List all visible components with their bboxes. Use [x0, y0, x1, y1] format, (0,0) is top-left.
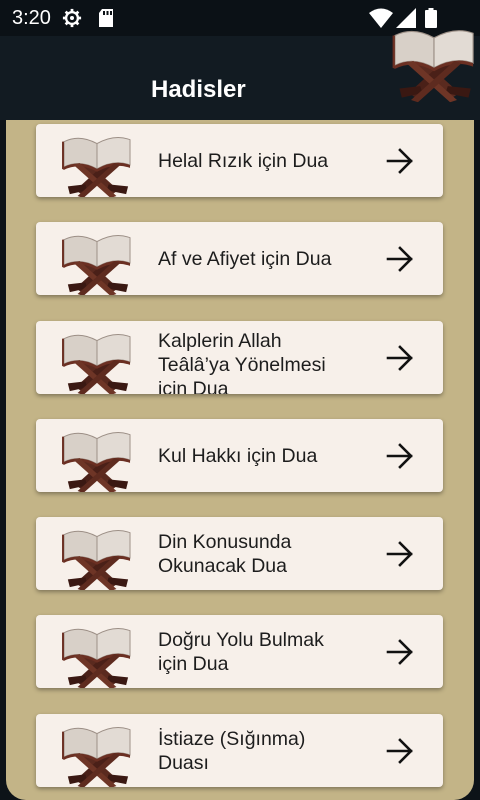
- list-item-label: Helal Rızık için Dua: [158, 149, 329, 172]
- quran-stand-icon: [58, 425, 136, 492]
- list-item-label: Doğru Yolu Bulmak için Dua: [158, 628, 324, 675]
- list-item-label: Kul Hakkı için Dua: [158, 444, 318, 467]
- list-item[interactable]: Af ve Afiyet için Dua: [36, 222, 443, 295]
- arrow-right-icon[interactable]: [386, 345, 414, 371]
- arrow-right-icon[interactable]: [386, 541, 414, 567]
- list-item-label: Af ve Afiyet için Dua: [158, 247, 332, 270]
- quran-stand-icon: [388, 20, 480, 104]
- list-item[interactable]: Kul Hakkı için Dua: [36, 419, 443, 492]
- quran-stand-icon: [58, 327, 136, 394]
- arrow-right-icon[interactable]: [386, 148, 414, 174]
- arrow-right-icon[interactable]: [386, 738, 414, 764]
- screen: 3:20 Hadisler Helal Rızık için Dua Af ve…: [0, 0, 480, 800]
- quran-stand-icon: [58, 228, 136, 295]
- list-item-label: İstiaze (Sığınma) Duası: [158, 727, 306, 774]
- list-item[interactable]: Doğru Yolu Bulmak için Dua: [36, 615, 443, 688]
- dua-list: Helal Rızık için Dua Af ve Afiyet için D…: [6, 120, 474, 800]
- arrow-right-icon[interactable]: [386, 246, 414, 272]
- gear-icon: [62, 8, 82, 28]
- quran-stand-icon: [58, 130, 136, 197]
- sd-card-icon: [99, 9, 113, 27]
- list-item[interactable]: Helal Rızık için Dua: [36, 124, 443, 197]
- arrow-right-icon[interactable]: [386, 639, 414, 665]
- quran-stand-icon: [58, 523, 136, 590]
- status-time: 3:20: [12, 7, 51, 29]
- quran-stand-icon: [58, 720, 136, 787]
- arrow-right-icon[interactable]: [386, 443, 414, 469]
- list-item[interactable]: Kalplerin Allah Teâlâ’ya Yönelmesi için …: [36, 321, 443, 394]
- list-item[interactable]: İstiaze (Sığınma) Duası: [36, 714, 443, 787]
- list-item-label: Kalplerin Allah Teâlâ’ya Yönelmesi için …: [158, 330, 326, 394]
- quran-stand-icon: [58, 621, 136, 688]
- list-item-label: Din Konusunda Okunacak Dua: [158, 530, 292, 577]
- page-title: Hadisler: [151, 76, 246, 103]
- list-item[interactable]: Din Konusunda Okunacak Dua: [36, 517, 443, 590]
